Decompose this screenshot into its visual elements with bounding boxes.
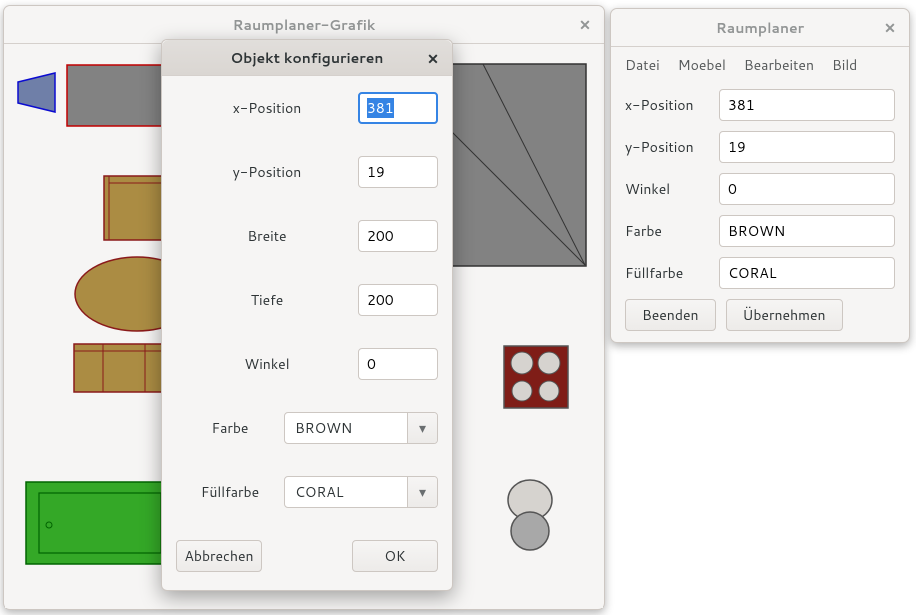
- planer-menubar: Datei Moebel Bearbeiten Bild: [611, 47, 909, 83]
- menu-bild[interactable]: Bild: [832, 55, 857, 75]
- dlg-winkel-input[interactable]: [358, 348, 438, 380]
- chevron-down-icon: ▾: [407, 477, 437, 507]
- menu-bearbeiten[interactable]: Bearbeiten: [744, 55, 814, 75]
- dlg-y-input[interactable]: [358, 156, 438, 188]
- dlg-fuell-label: Füllfarbe: [176, 482, 284, 502]
- planer-farbe-label: Farbe: [625, 221, 719, 241]
- dlg-fuell-value: CORAL: [285, 482, 353, 502]
- dlg-breite-input[interactable]: [358, 220, 438, 252]
- dlg-winkel-label: Winkel: [176, 354, 358, 374]
- shape-trapezoid[interactable]: [13, 70, 61, 115]
- planer-y-label: y-Position: [625, 137, 719, 157]
- dlg-farbe-combo[interactable]: BROWN ▾: [284, 412, 438, 444]
- shape-camera[interactable]: [507, 479, 553, 553]
- room-planer-window: Raumplaner ✕ Datei Moebel Bearbeiten Bil…: [610, 8, 910, 343]
- chevron-down-icon: ▾: [407, 413, 437, 443]
- planer-x-label: x-Position: [625, 95, 719, 115]
- dialog-body: x-Position y-Position Breite Tiefe Winke…: [162, 76, 452, 590]
- dialog-titlebar: Objekt konfigurieren ✕: [162, 40, 452, 76]
- dlg-y-label: y-Position: [176, 162, 358, 182]
- planer-x-input[interactable]: [719, 89, 895, 121]
- planer-beenden-button[interactable]: Beenden: [625, 299, 716, 331]
- dlg-tiefe-input[interactable]: [358, 284, 438, 316]
- menu-moebel[interactable]: Moebel: [678, 55, 726, 75]
- planer-winkel-input[interactable]: [719, 173, 895, 205]
- planer-fuell-input[interactable]: [719, 257, 895, 289]
- dlg-farbe-label: Farbe: [176, 418, 284, 438]
- shape-rect-selected[interactable]: [65, 63, 175, 128]
- close-icon: ✕: [884, 18, 896, 38]
- shape-brown-rect-1[interactable]: [103, 175, 169, 241]
- planer-title: Raumplaner: [716, 18, 804, 38]
- menu-datei[interactable]: Datei: [625, 55, 660, 75]
- grafik-close-button[interactable]: ✕: [572, 12, 598, 38]
- dlg-tiefe-label: Tiefe: [176, 290, 358, 310]
- planer-farbe-input[interactable]: [719, 215, 895, 247]
- close-icon: ✕: [579, 15, 591, 35]
- dialog-close-button[interactable]: ✕: [420, 46, 446, 72]
- dlg-abbrechen-button[interactable]: Abbrechen: [176, 540, 262, 572]
- planer-close-button[interactable]: ✕: [877, 15, 903, 41]
- planer-titlebar: Raumplaner ✕: [611, 9, 909, 47]
- planer-uebernehmen-button[interactable]: Übernehmen: [726, 299, 843, 331]
- dlg-x-label: x-Position: [176, 98, 358, 118]
- dlg-x-input[interactable]: [358, 92, 438, 124]
- dlg-breite-label: Breite: [176, 226, 358, 246]
- planer-y-input[interactable]: [719, 131, 895, 163]
- shape-cooktop[interactable]: [503, 345, 569, 409]
- dlg-fuell-combo[interactable]: CORAL ▾: [284, 476, 438, 508]
- dlg-ok-button[interactable]: OK: [352, 540, 438, 572]
- grafik-title: Raumplaner-Grafik: [233, 15, 376, 35]
- configure-object-dialog: Objekt konfigurieren ✕ x-Position y-Posi…: [161, 39, 453, 591]
- dlg-farbe-value: BROWN: [285, 418, 362, 438]
- dialog-title: Objekt konfigurieren: [231, 48, 384, 68]
- planer-fuell-label: Füllfarbe: [625, 263, 719, 283]
- shape-brown-rect-2[interactable]: [73, 343, 175, 393]
- shape-pool-table[interactable]: [25, 481, 175, 565]
- close-icon: ✕: [427, 49, 439, 69]
- planer-form: x-Position y-Position Winkel Farbe Füllf…: [611, 83, 909, 345]
- planer-winkel-label: Winkel: [625, 179, 719, 199]
